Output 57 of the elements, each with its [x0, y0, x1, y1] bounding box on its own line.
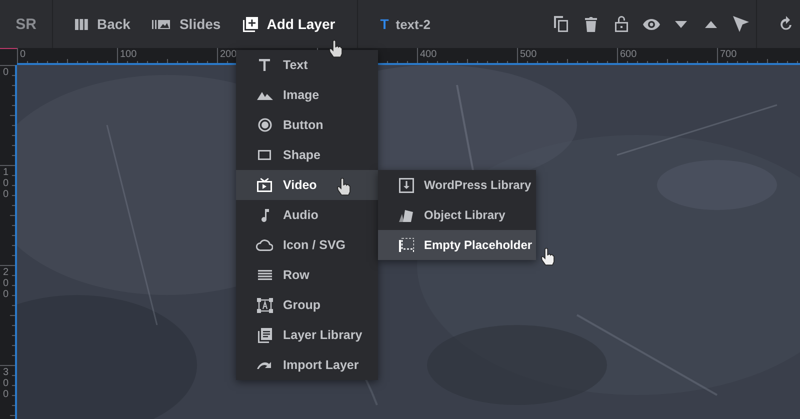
ruler-label: 0 — [20, 49, 26, 60]
trash-icon — [585, 16, 597, 32]
pointer-icon — [733, 16, 749, 32]
ruler-label: 200 — [3, 267, 10, 300]
columns-icon — [75, 18, 88, 30]
hand-cursor-icon — [337, 178, 351, 196]
menu-item[interactable]: Shape — [236, 140, 378, 170]
images-icon — [152, 18, 170, 30]
ruler-label: 100 — [120, 49, 137, 60]
menu-item[interactable]: Object Library — [378, 200, 536, 230]
menu-item[interactable]: Image — [236, 80, 378, 110]
ruler-label: 200 — [220, 49, 237, 60]
menu-item[interactable]: Button — [236, 110, 378, 140]
ruler-label: 100 — [3, 167, 10, 200]
logo: SR — [14, 16, 38, 32]
menu-item[interactable]: Icon / SVG — [236, 230, 378, 260]
curved-arrow-icon — [256, 361, 272, 369]
toolbar-button[interactable]: Slides — [152, 0, 221, 48]
dashed-box-icon — [399, 238, 414, 252]
hand-cursor-icon — [541, 248, 555, 266]
lines-icon — [258, 270, 272, 280]
eye-icon — [642, 18, 660, 30]
ruler-label: 700 — [720, 49, 737, 60]
layer-tab[interactable]: T text-2 — [380, 0, 430, 48]
toolbar-button[interactable]: Add Layer — [242, 0, 336, 48]
music-note-icon — [260, 208, 269, 222]
shapes-icon — [399, 208, 414, 222]
caret-down-icon — [675, 20, 687, 28]
menu-item[interactable]: Audio — [236, 200, 378, 230]
ruler-label: 400 — [420, 49, 437, 60]
ruler-label: 0 — [3, 67, 10, 78]
caret-up-icon — [705, 20, 717, 28]
menu-item[interactable]: Video — [236, 170, 378, 200]
mountain-icon — [256, 90, 272, 100]
tv-icon — [257, 178, 272, 192]
menu-item[interactable]: Import Layer — [236, 350, 378, 380]
menu-item[interactable]: Text — [236, 50, 378, 80]
library-icon — [258, 328, 272, 342]
redo-icon — [780, 16, 792, 32]
menu-item[interactable]: Row — [236, 260, 378, 290]
menu-item[interactable]: Layer Library — [236, 320, 378, 350]
download-box-icon — [399, 178, 414, 192]
ruler-label: 600 — [620, 49, 637, 60]
text-icon — [259, 59, 270, 71]
add-layer-icon — [242, 16, 258, 32]
ruler-label: 300 — [3, 367, 10, 400]
radio-icon — [258, 118, 272, 132]
rectangle-icon — [258, 150, 271, 160]
cloud-icon — [256, 239, 273, 251]
unlocked-lock-icon — [614, 16, 628, 32]
group-icon — [256, 298, 272, 312]
menu-item[interactable]: Group — [236, 290, 378, 320]
copy-icon — [554, 16, 568, 32]
menu-item[interactable]: Empty Placeholder — [378, 230, 536, 260]
menu-item[interactable]: WordPress Library — [378, 170, 536, 200]
toolbar-button[interactable]: Back — [75, 0, 130, 48]
ruler-label: 500 — [520, 49, 537, 60]
